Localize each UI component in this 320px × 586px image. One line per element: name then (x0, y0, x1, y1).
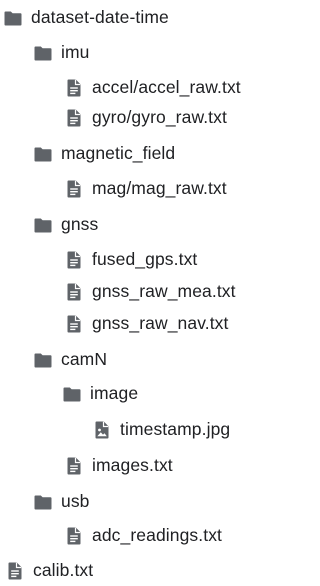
tree-file-accel-raw[interactable]: accel/accel_raw.txt (65, 73, 241, 103)
tree-label: mag/mag_raw.txt (92, 178, 227, 199)
folder-icon (4, 9, 22, 27)
tree-label: fused_gps.txt (92, 249, 198, 270)
tree-file-mag-raw[interactable]: mag/mag_raw.txt (65, 174, 227, 204)
text-file-icon (65, 180, 83, 198)
tree-label: gyro/gyro_raw.txt (92, 107, 227, 128)
tree-label: magnetic_field (61, 143, 176, 164)
tree-file-calib[interactable]: calib.txt (6, 556, 93, 586)
tree-label: usb (61, 491, 90, 512)
tree-file-gnss-raw-mea[interactable]: gnss_raw_mea.txt (65, 277, 236, 307)
tree-label: accel/accel_raw.txt (92, 77, 241, 98)
tree-file-fused-gps[interactable]: fused_gps.txt (65, 245, 197, 275)
tree-label: adc_readings.txt (92, 525, 223, 546)
text-file-icon (65, 109, 83, 127)
folder-icon (63, 385, 81, 403)
tree-folder-image[interactable]: image (63, 379, 138, 409)
tree-label: image (90, 383, 139, 404)
text-file-icon (65, 283, 83, 301)
folder-icon (34, 493, 52, 511)
text-file-icon (65, 457, 83, 475)
tree-label: camN (61, 349, 108, 370)
tree-folder-usb[interactable]: usb (34, 487, 90, 517)
tree-label: gnss_raw_nav.txt (92, 313, 229, 334)
tree-file-gyro-raw[interactable]: gyro/gyro_raw.txt (65, 103, 227, 133)
tree-folder-magnetic-field[interactable]: magnetic_field (34, 139, 175, 169)
text-file-icon (65, 79, 83, 97)
text-file-icon (65, 527, 83, 545)
tree-label: gnss_raw_mea.txt (92, 281, 236, 302)
tree-label: calib.txt (33, 560, 94, 581)
tree-folder-camn[interactable]: camN (34, 345, 107, 375)
tree-label: timestamp.jpg (120, 419, 231, 440)
tree-file-timestamp-jpg[interactable]: timestamp.jpg (93, 415, 230, 445)
text-file-icon (65, 315, 83, 333)
folder-icon (34, 351, 52, 369)
tree-label: imu (61, 42, 90, 63)
tree-file-adc-readings[interactable]: adc_readings.txt (65, 521, 222, 551)
tree-folder-imu[interactable]: imu (34, 38, 90, 68)
folder-icon (34, 44, 52, 62)
text-file-icon (6, 562, 24, 580)
tree-folder-root[interactable]: dataset-date-time (4, 3, 169, 33)
tree-folder-gnss[interactable]: gnss (34, 210, 98, 240)
tree-label: images.txt (92, 455, 173, 476)
tree-label: gnss (61, 214, 99, 235)
image-file-icon (93, 421, 111, 439)
tree-file-images-txt[interactable]: images.txt (65, 451, 173, 481)
text-file-icon (65, 251, 83, 269)
folder-icon (34, 145, 52, 163)
file-tree: dataset-date-time imu accel/accel_raw.tx… (0, 0, 283, 586)
tree-label: dataset-date-time (31, 7, 169, 28)
tree-file-gnss-raw-nav[interactable]: gnss_raw_nav.txt (65, 309, 228, 339)
folder-icon (34, 216, 52, 234)
